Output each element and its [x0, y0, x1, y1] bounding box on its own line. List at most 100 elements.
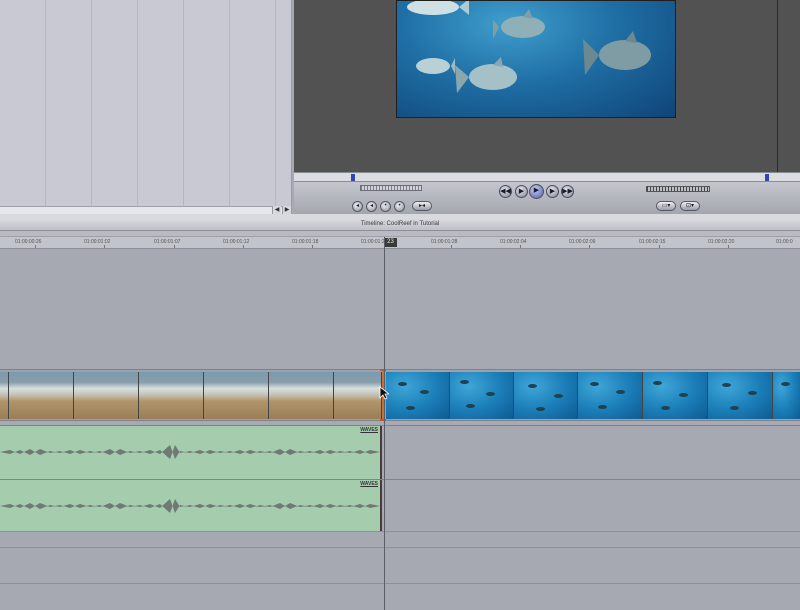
- audio-clip-waves[interactable]: WAVES: [0, 426, 382, 479]
- empty-audio-track: [0, 531, 800, 547]
- fish-icon: [407, 1, 469, 15]
- ruler-tick-label: 01:00:02:09: [569, 239, 596, 245]
- ruler-tick-label: 01:00:01:12: [223, 239, 250, 245]
- fish-icon: [598, 405, 607, 409]
- edit-point-cap: [380, 369, 386, 371]
- scroll-left-arrow-icon[interactable]: ◀: [272, 206, 281, 214]
- clip-thumbnail-waves: [139, 372, 204, 419]
- ruler-tick: [35, 245, 36, 248]
- audio-track-a2[interactable]: WAVES: [0, 479, 800, 532]
- jog-control[interactable]: [360, 185, 422, 191]
- audio-clip-label: WAVES: [360, 427, 378, 433]
- clip-thumbnail-waves: [334, 372, 382, 419]
- ruler-tick: [659, 245, 660, 248]
- audio-waveform: [0, 499, 380, 513]
- scroll-right-arrow-icon[interactable]: ▶: [282, 206, 291, 214]
- timeline-titlebar[interactable]: Timeline: CoolReef in Tutorial: [0, 218, 800, 231]
- fish-icon: [554, 394, 563, 398]
- edit-point-cap: [380, 419, 386, 421]
- mark-out-button[interactable]: ▸◂: [412, 201, 432, 211]
- previous-edit-button[interactable]: ◀◀: [499, 185, 512, 198]
- transport-controls: ◀◀ ▶ ▶ ▶ ▶▶ ◂ ◂ • • ▸◂ ▭▾ ⊡▾: [294, 182, 800, 214]
- ruler-tick-label: 01:00:01:07: [154, 239, 181, 245]
- ruler-tick-label: 01:00:01:02: [84, 239, 111, 245]
- ruler-tick: [728, 245, 729, 248]
- canvas-viewer: ◀◀ ▶ ▶ ▶ ▶▶ ◂ ◂ • • ▸◂ ▭▾ ⊡▾: [294, 0, 800, 214]
- playhead-sync-button[interactable]: ▭▾: [656, 201, 676, 211]
- overwrite-button[interactable]: ◂: [366, 201, 377, 212]
- ruler-tick-label: 01:00:0: [776, 239, 793, 245]
- play-in-out-icon: ▶: [518, 188, 525, 195]
- timeline-title: Timeline: CoolReef in Tutorial: [360, 221, 440, 227]
- playhead-timecode[interactable]: 23: [384, 238, 397, 247]
- ruler-tick: [312, 245, 313, 248]
- in-point-marker[interactable]: [351, 174, 355, 181]
- next-edit-icon: ▶▶: [562, 188, 573, 195]
- clip-thumbnail-reef: [643, 372, 708, 419]
- audio-waveform: [0, 445, 380, 459]
- ruler-tick-label: 01:00:02:04: [500, 239, 527, 245]
- fish-icon: [661, 406, 670, 410]
- browser-columns: [0, 0, 291, 206]
- browser-horizontal-scrollbar[interactable]: [0, 206, 291, 214]
- ruler-tick-label: 01:00:02:20: [708, 239, 735, 245]
- fish-icon: [748, 391, 757, 395]
- fish-icon: [416, 58, 455, 74]
- clip-thumbnail-reef: [773, 372, 800, 419]
- clip-thumbnail-waves: [204, 372, 269, 419]
- browser-panel: ◀ ▶: [0, 0, 292, 214]
- fish-icon: [420, 390, 429, 394]
- fish-icon: [679, 393, 688, 397]
- next-edit-button[interactable]: ▶▶: [561, 185, 574, 198]
- clip-thumbnail-reef: [386, 372, 450, 419]
- play-icon: ▶: [533, 187, 540, 194]
- clip-thumbnail-waves: [74, 372, 139, 419]
- fish-icon: [486, 392, 495, 396]
- ruler-tick-label: 01:00:00:26: [15, 239, 42, 245]
- ruler-tick-label: 01:00:01:28: [431, 239, 458, 245]
- fish-icon: [616, 390, 625, 394]
- clip-thumbnail-reef: [450, 372, 514, 419]
- fish-icon: [722, 383, 731, 387]
- playhead[interactable]: [384, 237, 385, 610]
- fish-icon: [455, 57, 517, 93]
- fish-icon: [398, 382, 407, 386]
- empty-audio-track: [0, 583, 800, 610]
- fish-icon: [460, 380, 469, 384]
- video-frame: [396, 0, 676, 118]
- audio-track-a1[interactable]: WAVES: [0, 425, 800, 479]
- ruler-tick: [520, 245, 521, 248]
- audio-clip-waves[interactable]: WAVES: [0, 480, 382, 532]
- fish-icon: [653, 381, 662, 385]
- insert-button[interactable]: ◂: [352, 201, 363, 212]
- mark-in-button[interactable]: •: [394, 201, 405, 212]
- play-button[interactable]: ▶: [529, 184, 544, 199]
- fish-icon: [536, 407, 545, 411]
- fish-icon: [493, 9, 545, 39]
- zoom-popup-button[interactable]: ⊡▾: [680, 201, 700, 211]
- fish-icon: [590, 382, 599, 386]
- timeline-ruler[interactable]: 01:00:00:26 01:00:01:02 01:00:01:07 01:0…: [0, 237, 800, 249]
- play-in-to-out-button[interactable]: ▶: [515, 185, 528, 198]
- clip-thumbnail-waves: [269, 372, 334, 419]
- previous-edit-icon: ◀◀: [500, 188, 511, 195]
- out-point-marker[interactable]: [765, 174, 769, 181]
- clip-thumbnail-waves: [9, 372, 74, 419]
- video-track-v1[interactable]: [0, 369, 800, 421]
- arrow-cursor-icon: [379, 386, 389, 400]
- fish-icon: [466, 404, 475, 408]
- scrubber-bar[interactable]: [294, 172, 800, 182]
- shuttle-control[interactable]: [646, 186, 710, 192]
- play-around-button[interactable]: ▶: [546, 185, 559, 198]
- ruler-tick: [589, 245, 590, 248]
- replace-button[interactable]: •: [380, 201, 391, 212]
- fish-icon: [781, 382, 790, 386]
- play-around-icon: ▶: [549, 188, 556, 195]
- fish-icon: [730, 406, 739, 410]
- editor-window: ◀ ▶ ◀◀ ▶ ▶ ▶ ▶▶ ◂ ◂ • • ▸◂ ▭▾ ⊡▾ Timelin…: [0, 0, 800, 610]
- fish-icon: [583, 31, 651, 75]
- ruler-tick: [243, 245, 244, 248]
- ruler-tick-label: 01:00:02:15: [639, 239, 666, 245]
- audio-clip-label: WAVES: [360, 481, 378, 487]
- empty-video-tracks: [0, 249, 800, 369]
